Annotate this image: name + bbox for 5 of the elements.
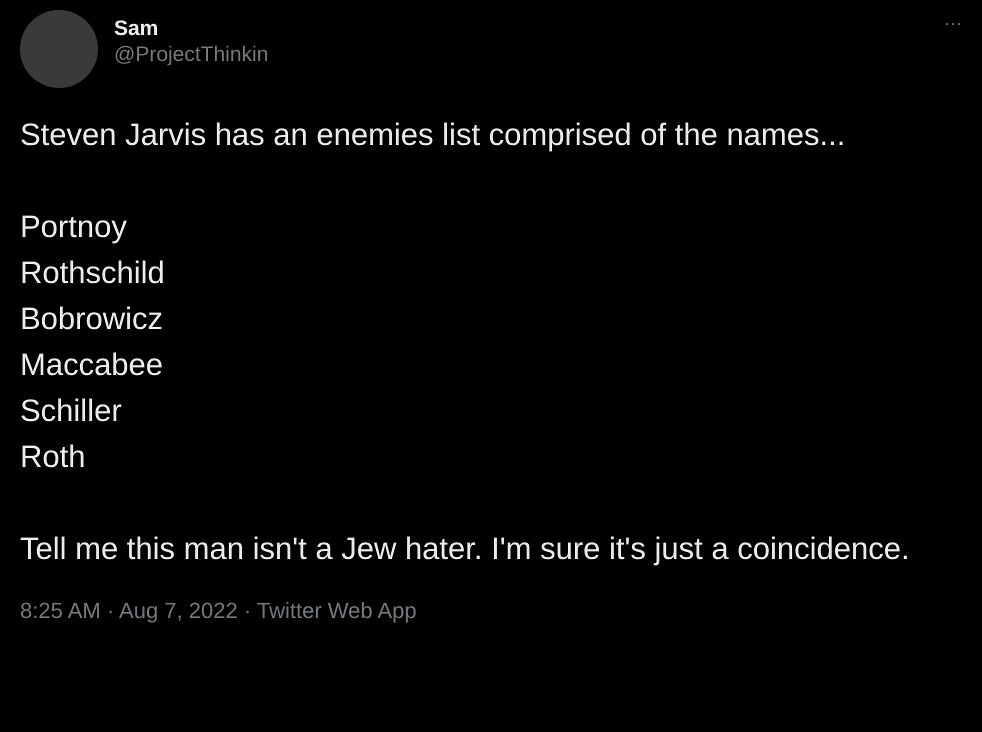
- more-options-button[interactable]: ···: [944, 14, 962, 88]
- author-handle[interactable]: @ProjectThinkin: [114, 42, 944, 68]
- author-name[interactable]: Sam: [114, 16, 944, 42]
- tweet-text: Steven Jarvis has an enemies list comprised of the names... Portnoy Rothschild Bobrowicz Maccabee Schiller Roth Tell me this man isn't a Jew hater. I'm sure it's just a coincidence.: [20, 116, 911, 568]
- tweet-timestamp[interactable]: 8:25 AM · Aug 7, 2022 · Twitter Web App: [20, 594, 962, 627]
